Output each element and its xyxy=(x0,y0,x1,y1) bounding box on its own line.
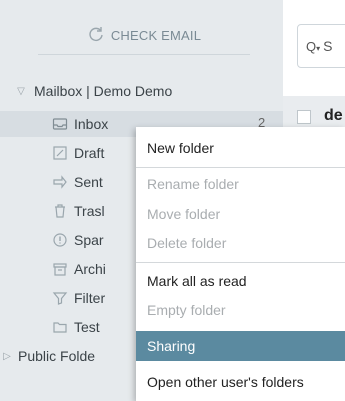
folder-label: Spar xyxy=(74,232,104,248)
drafts-icon xyxy=(52,145,68,161)
folder-label: Draft xyxy=(74,145,105,161)
archive-icon xyxy=(52,261,68,277)
folder-drafts[interactable]: Draft xyxy=(52,140,104,166)
menu-sharing[interactable]: Sharing xyxy=(136,331,345,361)
menu-divider xyxy=(136,262,345,263)
expand-caret-icon[interactable]: ▷ xyxy=(0,351,14,362)
folder-inbox[interactable]: Inbox xyxy=(52,111,108,137)
folder-label: Filter xyxy=(74,290,106,306)
folder-label: Inbox xyxy=(74,116,109,132)
folder-spam[interactable]: Spar xyxy=(52,227,104,253)
menu-rename-folder[interactable]: Rename folder xyxy=(136,169,345,199)
folder-sent[interactable]: Sent xyxy=(52,169,103,195)
sent-icon xyxy=(52,174,68,190)
menu-mark-all-read[interactable]: Mark all as read xyxy=(136,266,345,296)
search-input[interactable]: Q▾ S xyxy=(297,24,345,68)
mailbox-label: Mailbox | Demo Demo xyxy=(34,83,173,99)
folder-test[interactable]: Test xyxy=(52,314,100,340)
menu-divider xyxy=(136,167,345,168)
folder-label: Trasl xyxy=(74,203,105,219)
folder-filter[interactable]: Filter xyxy=(52,285,105,311)
folder-context-menu: New folder Rename folder Move folder Del… xyxy=(136,127,345,401)
select-message-checkbox[interactable] xyxy=(297,110,311,124)
trash-icon xyxy=(52,203,68,219)
search-icon: Q▾ xyxy=(306,38,321,54)
check-email-label: CHECK EMAIL xyxy=(110,27,202,43)
menu-delete-folder[interactable]: Delete folder xyxy=(136,228,345,258)
menu-open-other-users-folders[interactable]: Open other user's folders xyxy=(136,367,345,397)
public-folders-label: Public Folde xyxy=(18,348,96,364)
inbox-icon xyxy=(52,116,68,132)
public-folders-root[interactable]: ▷ Public Folde xyxy=(0,343,95,369)
filter-icon xyxy=(52,290,68,306)
menu-new-folder[interactable]: New folder xyxy=(136,133,345,163)
check-email-button[interactable]: CHECK EMAIL xyxy=(38,16,250,55)
mailbox-root[interactable]: ▽ Mailbox | Demo Demo xyxy=(14,78,172,104)
refresh-icon xyxy=(87,25,105,46)
expand-caret-icon[interactable]: ▽ xyxy=(14,86,28,97)
search-placeholder: S xyxy=(323,38,333,54)
menu-move-folder[interactable]: Move folder xyxy=(136,199,345,229)
folder-trash[interactable]: Trasl xyxy=(52,198,105,224)
folder-label: Sent xyxy=(74,174,103,190)
message-sender[interactable]: de xyxy=(324,107,343,125)
folder-icon xyxy=(52,319,68,335)
spam-icon xyxy=(52,232,68,248)
menu-empty-folder[interactable]: Empty folder xyxy=(136,295,345,325)
folder-archive[interactable]: Archi xyxy=(52,256,106,282)
folder-label: Archi xyxy=(74,261,106,277)
folder-label: Test xyxy=(74,319,100,335)
